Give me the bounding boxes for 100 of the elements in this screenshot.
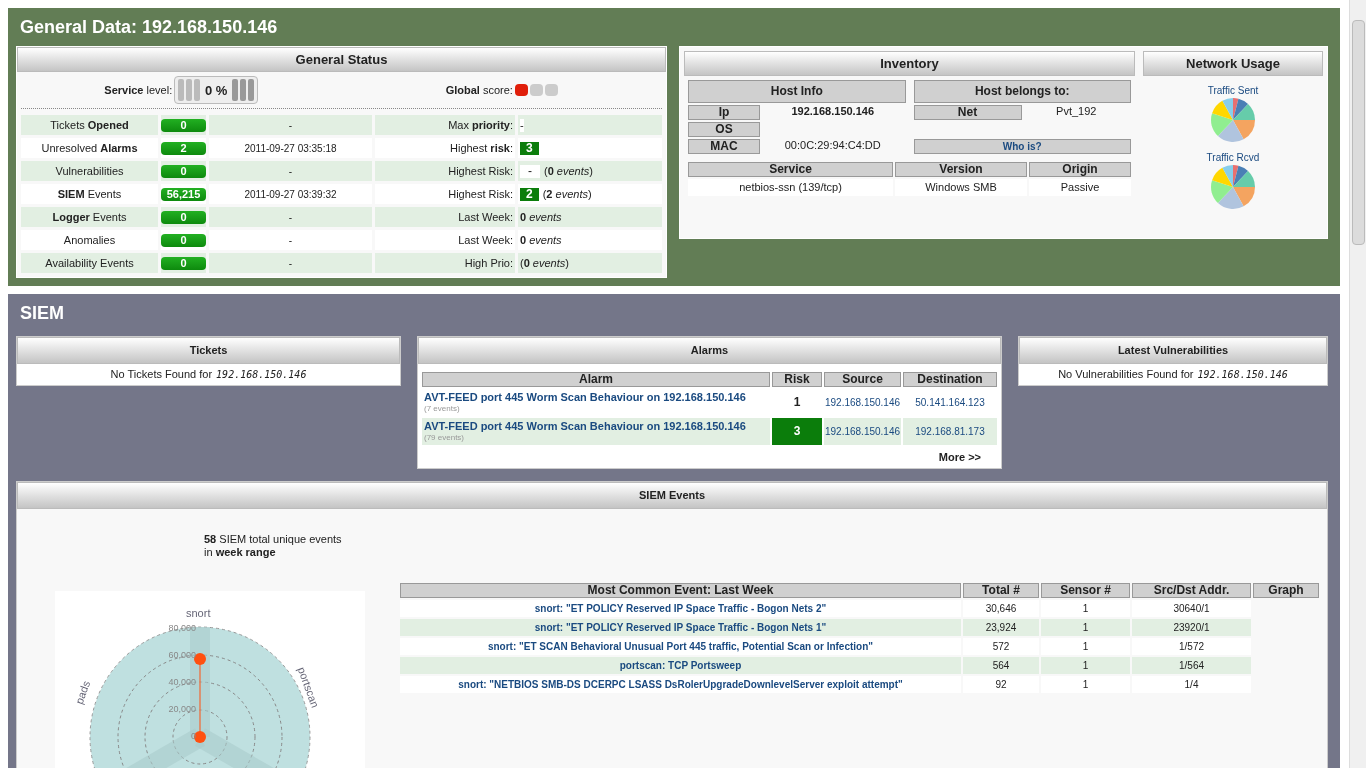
count-badge: 0 xyxy=(161,256,206,270)
tick-label: 60,000 xyxy=(167,649,196,662)
column-header: Service xyxy=(688,162,893,177)
scrollbar[interactable] xyxy=(1349,0,1366,768)
column-header: Alarm xyxy=(422,372,770,387)
panel-header: Network Usage xyxy=(1143,51,1323,76)
pie-chart-icon xyxy=(1209,97,1257,143)
destination-link[interactable]: 192.168.81.173 xyxy=(903,418,997,445)
event-link[interactable]: snort: "NETBIOS SMB-DS DCERPC LSASS DsRolerUpgradeDownlevelServer exploit attempt" xyxy=(400,676,961,693)
more-link[interactable]: More >> xyxy=(938,451,981,464)
table-cell: 23920/1 xyxy=(1132,619,1251,636)
data-point xyxy=(194,731,206,743)
event-link[interactable]: snort: "ET POLICY Reserved IP Space Traffic - Bogon Nets 2" xyxy=(400,600,961,617)
date-text: 2011-09-27 03:39:32 xyxy=(244,187,337,201)
tick-label: 20,000 xyxy=(167,703,196,716)
panel-header: General Status xyxy=(17,47,666,72)
pie-chart-icon xyxy=(1209,164,1257,210)
ip-text: 192.168.150.146 xyxy=(1197,368,1288,381)
date-text: - xyxy=(288,118,293,132)
date-text: - xyxy=(288,210,293,224)
status-label: Unresolved Alarms xyxy=(41,141,138,155)
destination-link[interactable]: 50.141.164.123 xyxy=(903,389,997,416)
source-link[interactable]: 192.168.150.146 xyxy=(824,418,901,445)
panel-header: Tickets xyxy=(17,337,400,364)
column-header: Risk xyxy=(772,372,822,387)
status-label: Anomalies xyxy=(63,233,116,247)
column-header: Total # xyxy=(963,583,1039,598)
axis-label: pads xyxy=(72,679,94,706)
alarm-link[interactable]: AVT-FEED port 445 Worm Scan Behaviour on 192.168.150.146 xyxy=(424,391,768,404)
tick-label: 80,000 xyxy=(167,622,196,635)
service-level-value: 0 % xyxy=(205,83,228,97)
table-cell: 1 xyxy=(1041,676,1130,693)
section-title: General Data: 192.168.150.146 xyxy=(19,16,279,39)
empty-message: No Tickets Found for xyxy=(110,368,213,381)
column-header: Src/Dst Addr. xyxy=(1132,583,1251,598)
column-header: Ip xyxy=(688,105,760,120)
status-label: Highest risk: xyxy=(450,141,513,155)
event-link[interactable]: portscan: TCP Portsweep xyxy=(400,657,961,674)
table-cell: 1/4 xyxy=(1132,676,1251,693)
summary-text: 58 SIEM total unique events xyxy=(204,533,343,546)
alarm-link[interactable]: AVT-FEED port 445 Worm Scan Behaviour on 192.168.150.146 xyxy=(424,420,768,433)
risk-badge: 3 xyxy=(520,141,539,155)
events-note: (79 events) xyxy=(424,433,466,443)
tick-label: 0 xyxy=(190,730,196,743)
tick-label: 40,000 xyxy=(167,676,196,689)
table-cell: 1/564 xyxy=(1132,657,1251,674)
table-cell: 1 xyxy=(1041,619,1130,636)
column-header: Graph xyxy=(1253,583,1319,598)
risk-cell: 3 xyxy=(772,418,822,445)
status-label: Last Week: xyxy=(458,210,513,224)
status-label: Last Week: xyxy=(458,233,513,247)
status-label: SIEM Events xyxy=(57,187,122,201)
global-score-label: Global score: xyxy=(445,83,513,97)
column-header: Net xyxy=(913,105,1022,120)
table-cell: Passive xyxy=(1029,179,1131,196)
events-note: (0 events) xyxy=(544,164,593,178)
table-cell: 23,924 xyxy=(963,619,1039,636)
table-cell: 30,646 xyxy=(963,600,1039,617)
column-header: Host belongs to: xyxy=(913,80,1131,103)
event-link[interactable]: snort: "ET SCAN Behavioral Unusual Port 445 traffic, Potential Scan or Infection" xyxy=(400,638,961,655)
column-header: Host Info xyxy=(688,80,906,103)
service-level-label: Service level: xyxy=(104,83,173,97)
column-header: Destination xyxy=(903,372,997,387)
meter-bars-drawing xyxy=(178,79,201,101)
status-label: Highest Risk: xyxy=(448,164,513,178)
panel-header: SIEM Events xyxy=(17,482,1327,509)
chart-title[interactable]: Traffic Sent xyxy=(1207,84,1259,97)
column-header: Version xyxy=(895,162,1027,177)
column-header: MAC xyxy=(688,139,760,154)
status-label: Availability Events xyxy=(45,256,134,270)
events-note: (2 events) xyxy=(542,187,592,201)
table-cell: 92 xyxy=(963,676,1039,693)
host-value: 00:0C:29:94:C4:DD xyxy=(783,139,882,153)
host-value: 192.168.150.146 xyxy=(790,105,876,119)
count-badge: 0 xyxy=(161,118,206,132)
table-cell: 1 xyxy=(1041,638,1130,655)
date-text: 2011-09-27 03:35:18 xyxy=(244,141,337,155)
section-title: SIEM xyxy=(19,302,65,324)
table-cell: 1/572 xyxy=(1132,638,1251,655)
status-label: Vulnerabilities xyxy=(55,164,124,178)
column-header: Most Common Event: Last Week xyxy=(400,583,961,598)
risk-badge: 2 xyxy=(520,187,539,201)
count-badge: 0 xyxy=(161,233,206,247)
event-link[interactable]: snort: "ET POLICY Reserved IP Space Traffic - Bogon Nets 1" xyxy=(400,619,961,636)
date-text: - xyxy=(288,256,293,270)
source-link[interactable]: 192.168.150.146 xyxy=(824,389,901,416)
data-point xyxy=(194,653,206,665)
summary-text: in week range xyxy=(204,546,277,559)
panel-header: Alarms xyxy=(418,337,1001,364)
count-badge: 0 xyxy=(161,164,206,178)
status-label: Max priority: xyxy=(448,118,513,132)
whois-button[interactable]: Who is? xyxy=(913,139,1131,154)
axis-label: snort xyxy=(186,607,211,620)
events-note: (0 events) xyxy=(520,256,569,270)
table-cell: 30640/1 xyxy=(1132,600,1251,617)
column-header: OS xyxy=(688,122,760,137)
status-label: High Prio: xyxy=(464,256,513,270)
chart-title[interactable]: Traffic Rcvd xyxy=(1206,151,1260,164)
date-text: - xyxy=(288,233,293,247)
column-header: Source xyxy=(824,372,901,387)
